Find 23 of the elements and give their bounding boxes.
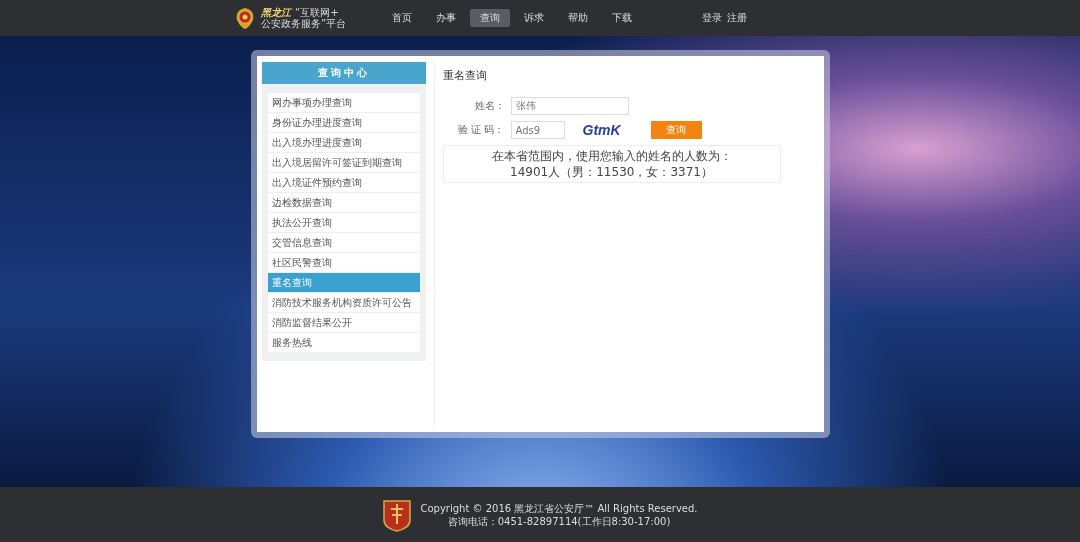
captcha-image: GtmK xyxy=(582,122,621,138)
platform-title: 黑龙江 “互联网+ xyxy=(261,7,340,18)
nav-tab[interactable]: 查询 xyxy=(470,9,510,27)
hotline-text: 咨询电话：0451-82897114(工作日8:30-17:00) xyxy=(447,514,671,528)
copyright-text: Copyright © 2016 黑龙江省公安厅™ All Rights Reserved. xyxy=(420,501,698,515)
login-link[interactable]: 登录 xyxy=(702,11,722,25)
nav-tab[interactable]: 办事 xyxy=(426,9,466,27)
result-text: 在本省范围内，使用您输入的姓名的人数为： xyxy=(491,148,732,164)
police-badge-icon xyxy=(382,497,413,532)
result-count: 14901人（男：11530，女：3371） xyxy=(510,164,713,180)
nav-tab[interactable]: 下载 xyxy=(602,9,642,27)
name-input[interactable]: 张伟 xyxy=(510,97,629,115)
platform-subtitle: 公安政务服务”平台 xyxy=(261,18,347,29)
nav-tab[interactable]: 首页 xyxy=(382,9,422,27)
nav-tab[interactable]: 诉求 xyxy=(514,9,554,27)
field-label: 姓名： xyxy=(473,99,505,113)
register-link[interactable]: 注册 xyxy=(727,11,747,25)
sidebar-title: 查询中心 xyxy=(261,62,426,84)
nav-tab[interactable]: 帮助 xyxy=(558,9,598,27)
police-emblem-icon xyxy=(234,6,256,30)
page-title: 重名查询 xyxy=(442,68,488,83)
captcha-input[interactable]: Ads9 xyxy=(510,121,565,139)
field-label: 验 证 码： xyxy=(457,123,505,137)
